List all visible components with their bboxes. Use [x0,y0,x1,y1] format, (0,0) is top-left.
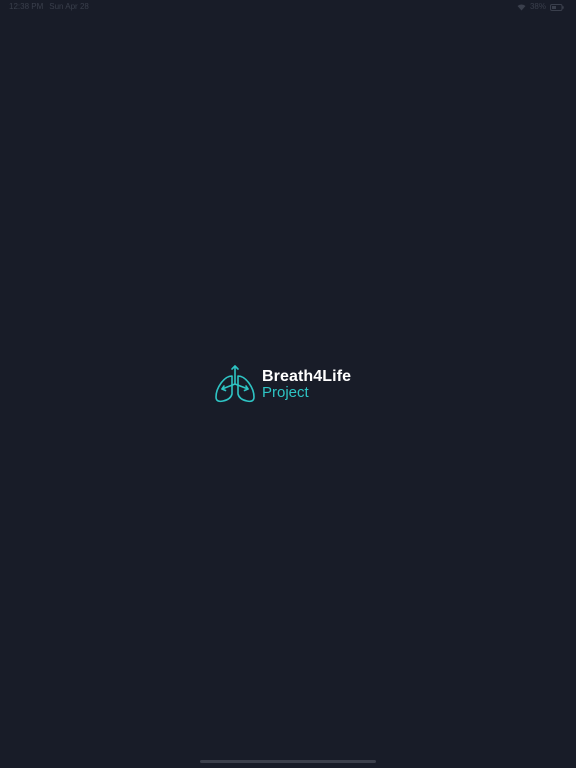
wifi-icon [517,3,526,11]
logo-text: Breath4Life Project [262,368,351,401]
app-logo: Breath4Life Project [212,364,372,404]
battery-percent: 38% [529,2,546,11]
home-indicator[interactable] [200,760,376,763]
battery-icon [550,3,564,11]
status-bar: 12:38 PM Sun Apr 28 38% [0,0,576,14]
splash-screen: 12:38 PM Sun Apr 28 38% Breath4Life Proj… [0,0,576,768]
status-date: Sun Apr 28 [49,2,89,11]
logo-subtitle: Project [262,383,309,401]
lungs-icon [215,365,255,403]
status-time: 12:38 PM [9,2,44,11]
status-left: 12:38 PM Sun Apr 28 [9,0,89,14]
status-right: 38% [517,0,564,14]
logo-title: Breath4Life [262,367,352,385]
